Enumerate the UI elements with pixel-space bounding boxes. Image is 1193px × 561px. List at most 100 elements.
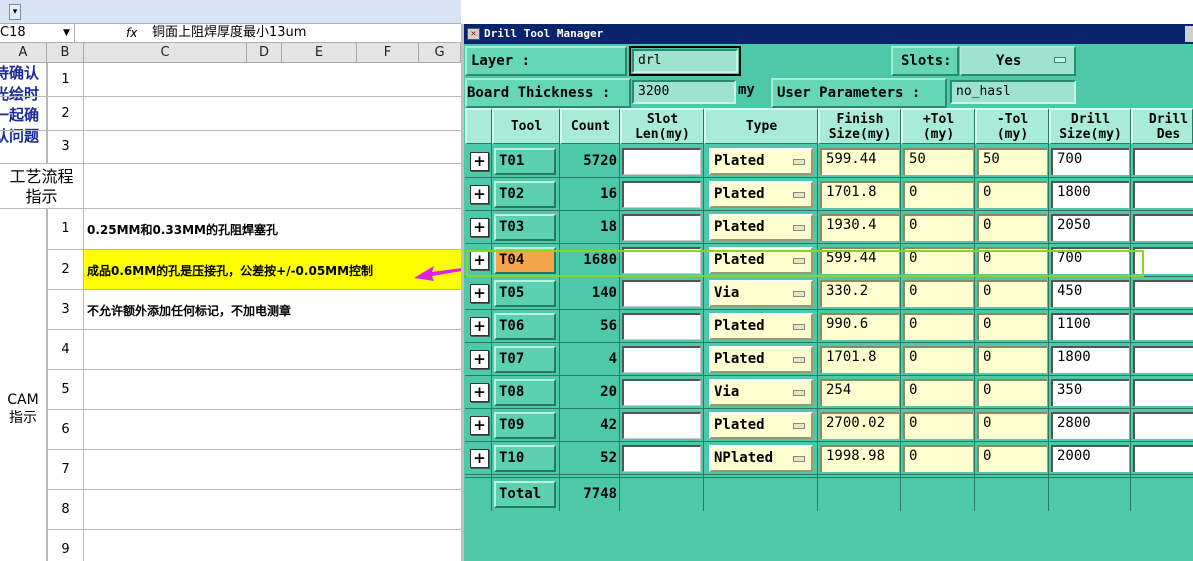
finish-size-input[interactable]: 1701.8 — [820, 181, 899, 208]
process-label-cell[interactable]: 工艺流程 指示 — [0, 164, 84, 209]
formula-input[interactable]: 铜面上阻焊厚度最小13um — [152, 24, 306, 42]
tool-button[interactable]: T06 — [494, 313, 556, 340]
drill-size-input[interactable]: 1800 — [1051, 346, 1129, 373]
minus-tol-input[interactable]: 0 — [977, 346, 1047, 373]
row-number[interactable]: 3 — [47, 290, 84, 329]
row-number[interactable]: 2 — [47, 97, 84, 130]
name-box[interactable]: C18 ▼ — [0, 24, 75, 42]
slot-len-input[interactable] — [622, 379, 701, 406]
col-header-drill-size[interactable]: Drill Size(my) — [1049, 108, 1131, 144]
drill-size-input[interactable]: 700 — [1051, 148, 1129, 175]
drill-des-input[interactable] — [1133, 412, 1193, 439]
minus-tol-input[interactable]: 0 — [977, 280, 1047, 307]
tool-button[interactable]: T10 — [494, 445, 556, 472]
finish-size-input[interactable]: 254 — [820, 379, 899, 406]
cam-instruction-text[interactable]: 成品0.6MM的孔是压接孔，公差按+/-0.05MM控制 — [87, 262, 373, 279]
minus-tol-input[interactable]: 0 — [977, 379, 1047, 406]
tool-button[interactable]: T03 — [494, 214, 556, 241]
col-header-c[interactable]: C — [84, 43, 247, 63]
row-number[interactable]: 1 — [47, 63, 84, 96]
type-dropdown[interactable]: Via — [709, 280, 813, 307]
type-dropdown[interactable]: Plated — [709, 346, 813, 373]
drill-des-input[interactable] — [1133, 346, 1193, 373]
drill-size-input[interactable]: 1100 — [1051, 313, 1129, 340]
expand-toggle-icon[interactable]: + — [470, 284, 489, 303]
drill-des-input[interactable] — [1133, 445, 1193, 472]
col-header-slot-len[interactable]: Slot Len(my) — [620, 108, 704, 144]
tool-button[interactable]: T01 — [494, 148, 556, 175]
type-dropdown[interactable]: Plated — [709, 181, 813, 208]
plus-tol-input[interactable]: 0 — [903, 181, 973, 208]
slot-len-input[interactable] — [622, 445, 701, 472]
row-number[interactable]: 3 — [47, 131, 84, 163]
col-header-f[interactable]: F — [357, 43, 419, 63]
plus-tol-input[interactable]: 0 — [903, 214, 973, 241]
board-thickness-field[interactable]: 3200 — [632, 80, 736, 104]
chevron-down-icon[interactable]: ▼ — [63, 24, 70, 42]
col-header-b[interactable]: B — [47, 43, 84, 63]
row-number[interactable]: 2 — [47, 250, 84, 289]
fx-icon[interactable]: fx — [126, 24, 137, 42]
slot-len-input[interactable] — [622, 346, 701, 373]
cam-instruction-text[interactable]: 不允许额外添加任何标记，不加电测章 — [87, 302, 291, 319]
slot-len-input[interactable] — [622, 148, 701, 175]
row-number[interactable]: 7 — [47, 450, 84, 489]
col-header-type[interactable]: Type — [704, 108, 818, 144]
row-number[interactable]: 9 — [47, 530, 84, 561]
tool-button[interactable]: T08 — [494, 379, 556, 406]
tool-button[interactable]: T05 — [494, 280, 556, 307]
type-dropdown[interactable]: NPlated — [709, 445, 813, 472]
drill-size-input[interactable]: 1800 — [1051, 181, 1129, 208]
col-header-tool[interactable]: Tool — [492, 108, 560, 144]
minus-tol-input[interactable]: 0 — [977, 214, 1047, 241]
plus-tol-input[interactable]: 0 — [903, 313, 973, 340]
col-header-g[interactable]: G — [419, 43, 461, 63]
row-number[interactable]: 1 — [47, 209, 84, 249]
slots-dropdown[interactable]: Yes — [960, 46, 1076, 76]
finish-size-input[interactable]: 990.6 — [820, 313, 899, 340]
minus-tol-input[interactable]: 0 — [977, 412, 1047, 439]
drill-size-input[interactable]: 450 — [1051, 280, 1129, 307]
drill-size-input[interactable]: 2000 — [1051, 445, 1129, 472]
expand-toggle-icon[interactable]: + — [470, 152, 489, 171]
drill-size-input[interactable]: 2050 — [1051, 214, 1129, 241]
col-header-minus-tol[interactable]: -Tol (my) — [975, 108, 1049, 144]
drill-des-input[interactable] — [1133, 214, 1193, 241]
finish-size-input[interactable]: 1930.4 — [820, 214, 899, 241]
type-dropdown[interactable]: Plated — [709, 313, 813, 340]
type-dropdown[interactable]: Plated — [709, 214, 813, 241]
col-header-plus-tol[interactable]: +Tol (my) — [901, 108, 975, 144]
type-dropdown[interactable]: Plated — [709, 148, 813, 175]
finish-size-input[interactable]: 330.2 — [820, 280, 899, 307]
plus-tol-input[interactable]: 0 — [903, 280, 973, 307]
finish-size-input[interactable]: 1998.98 — [820, 445, 899, 472]
expand-toggle-icon[interactable]: + — [470, 185, 489, 204]
expand-toggle-icon[interactable]: + — [470, 350, 489, 369]
title-bar[interactable]: ✕ Drill Tool Manager — [464, 24, 1193, 44]
plus-tol-input[interactable]: 50 — [903, 148, 973, 175]
drill-des-input[interactable] — [1133, 148, 1193, 175]
layer-field[interactable]: drl — [632, 49, 738, 73]
expand-toggle-icon[interactable]: + — [470, 416, 489, 435]
finish-size-input[interactable]: 2700.02 — [820, 412, 899, 439]
row-number[interactable]: 8 — [47, 490, 84, 529]
expand-toggle-icon[interactable]: + — [470, 383, 489, 402]
type-dropdown[interactable]: Plated — [709, 412, 813, 439]
col-header-count[interactable]: Count — [560, 108, 620, 144]
row-number[interactable]: 5 — [47, 370, 84, 409]
tool-button[interactable]: T02 — [494, 181, 556, 208]
col-header-e[interactable]: E — [282, 43, 357, 63]
finish-size-input[interactable]: 599.44 — [820, 148, 899, 175]
expand-toggle-icon[interactable]: + — [470, 449, 489, 468]
drill-des-input[interactable] — [1133, 280, 1193, 307]
plus-tol-input[interactable]: 0 — [903, 346, 973, 373]
type-dropdown[interactable]: Via — [709, 379, 813, 406]
minus-tol-input[interactable]: 0 — [977, 181, 1047, 208]
drill-des-input[interactable] — [1133, 379, 1193, 406]
row-number[interactable]: 6 — [47, 410, 84, 449]
slot-len-input[interactable] — [622, 280, 701, 307]
cam-label-cell[interactable]: CAM 指示 — [0, 209, 47, 561]
col-header-d[interactable]: D — [247, 43, 282, 63]
drill-des-input[interactable] — [1133, 181, 1193, 208]
slot-len-input[interactable] — [622, 214, 701, 241]
